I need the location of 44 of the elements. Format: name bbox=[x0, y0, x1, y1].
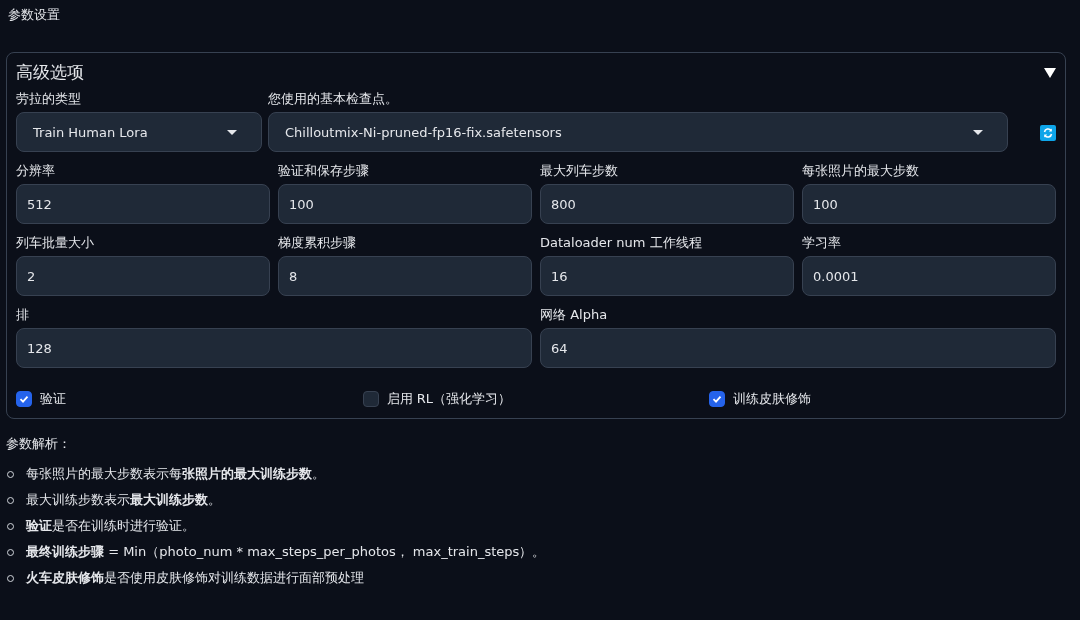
caret-icon bbox=[973, 129, 983, 135]
number-field[interactable]: 128 bbox=[16, 328, 532, 368]
note-text: 验证是否在训练时进行验证。 bbox=[26, 517, 195, 535]
note-text: 最终训练步骤 = Min（photo_num * max_steps_per_photos， max_train_steps）。 bbox=[26, 543, 546, 561]
note-text: 最大训练步数表示最大训练步数。 bbox=[26, 491, 221, 509]
notes-title: 参数解析： bbox=[6, 435, 72, 453]
checkbox[interactable] bbox=[16, 391, 32, 407]
number-field[interactable]: 16 bbox=[540, 256, 794, 296]
number-field[interactable]: 64 bbox=[540, 328, 1056, 368]
caret-icon bbox=[227, 129, 237, 135]
field-label: 网络 Alpha bbox=[540, 306, 609, 324]
number-field[interactable]: 8 bbox=[278, 256, 532, 296]
field-label: Dataloader num 工作线程 bbox=[540, 234, 703, 252]
checkbox-label: 训练皮肤修饰 bbox=[733, 390, 812, 408]
checkbox[interactable] bbox=[362, 391, 379, 407]
checkmark-icon bbox=[18, 393, 30, 405]
collapse-toggle-icon[interactable] bbox=[1044, 67, 1056, 78]
checkbox-label: 启用 RL（强化学习） bbox=[386, 390, 512, 408]
number-field[interactable]: 100 bbox=[802, 184, 1056, 224]
field-label: 学习率 bbox=[802, 234, 842, 252]
field-label: 最大列车步数 bbox=[540, 162, 619, 180]
field-label: 验证和保存步骤 bbox=[278, 162, 370, 180]
note-text: 每张照片的最大步数表示每张照片的最大训练步数。 bbox=[26, 465, 325, 483]
number-field[interactable]: 0.0001 bbox=[802, 256, 1056, 296]
refresh-icon[interactable] bbox=[1040, 125, 1056, 141]
checkmark-icon bbox=[711, 393, 724, 405]
panel-title: 高级选项 bbox=[16, 61, 84, 84]
checkbox-label: 验证 bbox=[40, 390, 66, 408]
section-title: 参数设置 bbox=[8, 6, 61, 24]
field-label: 您使用的基本检查点。 bbox=[268, 90, 399, 108]
number-field[interactable]: 800 bbox=[540, 184, 794, 224]
number-field[interactable]: 2 bbox=[16, 256, 270, 296]
dropdown[interactable]: Chilloutmix-Ni-pruned-fp16-fix.safetensors bbox=[268, 112, 1008, 152]
field-label: 劳拉的类型 bbox=[16, 90, 82, 108]
checkbox[interactable] bbox=[709, 391, 726, 407]
dropdown[interactable]: Train Human Lora bbox=[16, 112, 262, 152]
field-label: 梯度累积步骤 bbox=[278, 234, 357, 252]
number-field[interactable]: 512 bbox=[16, 184, 270, 224]
field-label: 分辨率 bbox=[16, 162, 56, 180]
note-text: 火车皮肤修饰是否使用皮肤修饰对训练数据进行面部预处理 bbox=[26, 569, 364, 587]
field-label: 列车批量大小 bbox=[16, 234, 95, 252]
number-field[interactable]: 100 bbox=[278, 184, 532, 224]
field-label: 每张照片的最大步数 bbox=[802, 162, 920, 180]
field-label: 排 bbox=[16, 306, 30, 324]
